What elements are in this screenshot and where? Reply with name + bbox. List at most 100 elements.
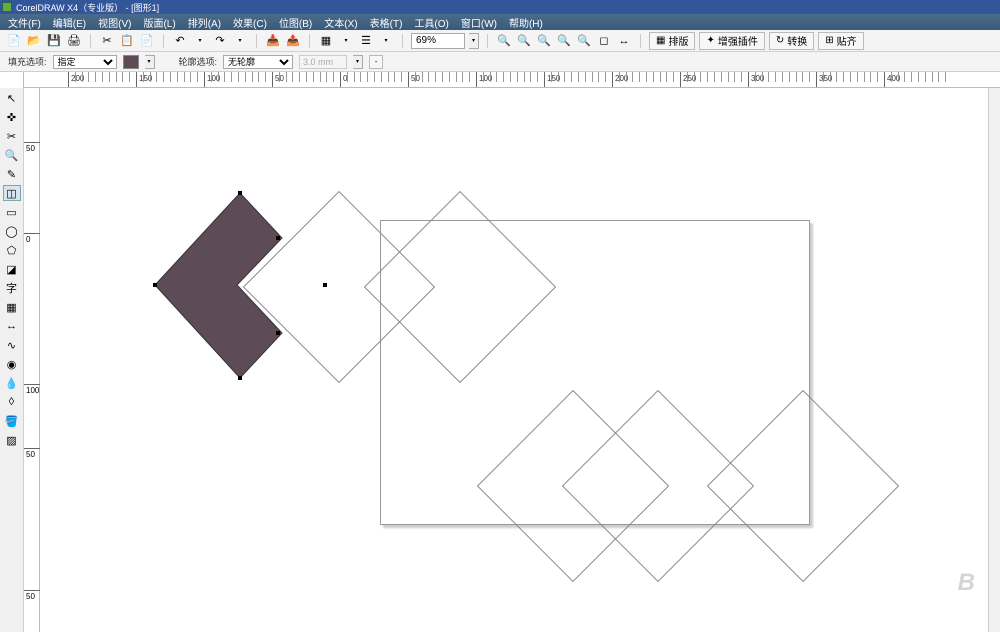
zoom-out-icon[interactable]: 🔍 xyxy=(496,33,512,49)
separator xyxy=(163,34,164,48)
outline-misc-button[interactable]: - xyxy=(369,55,383,69)
separator xyxy=(90,34,91,48)
toolbox: ↖ ✜ ✂ 🔍 ✎ ◫ ▭ ◯ ⬠ ◪ 字 ▦ ↔ ∿ ◉ 💧 ◊ 🪣 ▨ xyxy=(0,88,24,632)
menu-window[interactable]: 窗口(W) xyxy=(461,15,497,30)
watermark: B xyxy=(958,569,975,597)
workspace: ↖ ✜ ✂ 🔍 ✎ ◫ ▭ ◯ ⬠ ◪ 字 ▦ ↔ ∿ ◉ 💧 ◊ 🪣 ▨ 50… xyxy=(0,88,1000,632)
selection-handle[interactable] xyxy=(153,283,157,287)
convert-button[interactable]: ↻转换 xyxy=(769,32,814,50)
menu-layout[interactable]: 版面(L) xyxy=(143,15,175,30)
app-launcher-button[interactable]: ▦ xyxy=(318,33,334,49)
polygon-tool[interactable]: ⬠ xyxy=(3,242,21,258)
menu-bitmaps[interactable]: 位图(B) xyxy=(279,15,312,30)
title-bar: CorelDRAW X4（专业版） - [图形1] xyxy=(0,0,1000,14)
zoom-tool[interactable]: 🔍 xyxy=(3,147,21,163)
crop-tool[interactable]: ✂ xyxy=(3,128,21,144)
menu-arrange[interactable]: 排列(A) xyxy=(188,15,221,30)
paste-button[interactable]: 📄 xyxy=(139,33,155,49)
app-launcher-dropdown[interactable]: ▾ xyxy=(338,33,354,49)
outline-options-select[interactable]: 无轮廓 xyxy=(223,55,293,69)
pick-tool[interactable]: ↖ xyxy=(3,90,21,106)
menu-bar: 文件(F) 编辑(E) 视图(V) 版面(L) 排列(A) 效果(C) 位图(B… xyxy=(0,14,1000,30)
redo-button[interactable]: ↷ xyxy=(212,33,228,49)
table-tool[interactable]: ▦ xyxy=(3,299,21,315)
plugin-button[interactable]: ✦增强插件 xyxy=(699,32,764,50)
welcome-button[interactable]: ☰ xyxy=(358,33,374,49)
print-button[interactable]: 🖨 xyxy=(66,33,82,49)
open-button[interactable]: 📂 xyxy=(26,33,42,49)
scrollbar-vertical[interactable] xyxy=(988,88,1000,632)
property-bar: 填充选项: 指定 ▾ 轮廓选项: 无轮廓 3.0 mm ▾ - xyxy=(0,52,1000,72)
fill-tool[interactable]: 🪣 xyxy=(3,413,21,429)
zoom-selection-icon[interactable]: ◻ xyxy=(596,33,612,49)
rectangle-tool[interactable]: ▭ xyxy=(3,204,21,220)
menu-help[interactable]: 帮助(H) xyxy=(509,15,543,30)
zoom-fit-icon[interactable]: 🔍 xyxy=(536,33,552,49)
connector-tool[interactable]: ∿ xyxy=(3,337,21,353)
ruler-vertical[interactable]: 5001005050 xyxy=(24,88,40,632)
dimension-tool[interactable]: ↔ xyxy=(3,318,21,334)
selection-handle[interactable] xyxy=(238,376,242,380)
selection-handle[interactable] xyxy=(276,331,280,335)
menu-edit[interactable]: 编辑(E) xyxy=(53,15,86,30)
zoom-level-field[interactable]: 69% xyxy=(411,33,465,49)
save-button[interactable]: 💾 xyxy=(46,33,62,49)
menu-view[interactable]: 视图(V) xyxy=(98,15,131,30)
basic-shapes-tool[interactable]: ◪ xyxy=(3,261,21,277)
selection-handle[interactable] xyxy=(238,191,242,195)
import-button[interactable]: 📥 xyxy=(265,33,281,49)
redo-dropdown[interactable]: ▾ xyxy=(232,33,248,49)
snap-button[interactable]: ⊞贴齐 xyxy=(818,32,863,50)
interactive-fill-tool[interactable]: ▨ xyxy=(3,432,21,448)
fill-options-select[interactable]: 指定 xyxy=(53,55,117,69)
interactive-tool[interactable]: ◉ xyxy=(3,356,21,372)
separator xyxy=(309,34,310,48)
typeset-button[interactable]: ▦排版 xyxy=(649,32,695,50)
snap-icon: ⊞ xyxy=(825,35,833,46)
convert-icon: ↻ xyxy=(776,35,784,46)
copy-button[interactable]: 📋 xyxy=(119,33,135,49)
cut-button[interactable]: ✂ xyxy=(99,33,115,49)
separator xyxy=(487,34,488,48)
new-button[interactable]: 📄 xyxy=(6,33,22,49)
menu-effects[interactable]: 效果(C) xyxy=(233,15,267,30)
canvas[interactable]: B xyxy=(40,88,1000,632)
menu-table[interactable]: 表格(T) xyxy=(370,15,403,30)
zoom-width-icon[interactable]: ↔ xyxy=(616,33,632,49)
menu-file[interactable]: 文件(F) xyxy=(8,15,41,30)
fill-options-label: 填充选项: xyxy=(8,55,47,68)
typeset-icon: ▦ xyxy=(656,35,665,46)
menu-text[interactable]: 文本(X) xyxy=(324,15,357,30)
zoom-all-icon[interactable]: 🔍 xyxy=(576,33,592,49)
fill-color-dropdown[interactable]: ▾ xyxy=(145,55,155,69)
menu-tools[interactable]: 工具(O) xyxy=(414,15,448,30)
export-button[interactable]: 📤 xyxy=(285,33,301,49)
shape-tool[interactable]: ✜ xyxy=(3,109,21,125)
outline-width-dropdown[interactable]: ▾ xyxy=(353,55,363,69)
zoom-in-icon[interactable]: 🔍 xyxy=(516,33,532,49)
ruler-origin[interactable] xyxy=(0,72,24,88)
smart-fill-tool[interactable]: ◫ xyxy=(3,185,21,201)
app-icon xyxy=(2,2,12,12)
zoom-page-icon[interactable]: 🔍 xyxy=(556,33,572,49)
ellipse-tool[interactable]: ◯ xyxy=(3,223,21,239)
undo-dropdown[interactable]: ▾ xyxy=(192,33,208,49)
ruler-horizontal[interactable]: 20015010050050100150200250300350400 xyxy=(0,72,1000,88)
outline-width-field: 3.0 mm xyxy=(299,55,347,69)
separator xyxy=(256,34,257,48)
zoom-dropdown[interactable]: ▾ xyxy=(469,33,479,49)
standard-toolbar: 📄 📂 💾 🖨 ✂ 📋 📄 ↶ ▾ ↷ ▾ 📥 📤 ▦ ▾ ☰ ▾ 69% ▾ … xyxy=(0,30,1000,52)
eyedropper-tool[interactable]: 💧 xyxy=(3,375,21,391)
welcome-dropdown[interactable]: ▾ xyxy=(378,33,394,49)
freehand-tool[interactable]: ✎ xyxy=(3,166,21,182)
undo-button[interactable]: ↶ xyxy=(172,33,188,49)
text-tool[interactable]: 字 xyxy=(3,280,21,296)
outline-tool[interactable]: ◊ xyxy=(3,394,21,410)
outline-options-label: 轮廓选项: xyxy=(179,55,218,68)
fill-color-swatch[interactable] xyxy=(123,55,139,69)
plugin-icon: ✦ xyxy=(706,35,714,46)
separator xyxy=(640,34,641,48)
ruler-h-ticks: 20015010050050100150200250300350400 xyxy=(24,72,1000,87)
selection-handle[interactable] xyxy=(276,236,280,240)
separator xyxy=(402,34,403,48)
